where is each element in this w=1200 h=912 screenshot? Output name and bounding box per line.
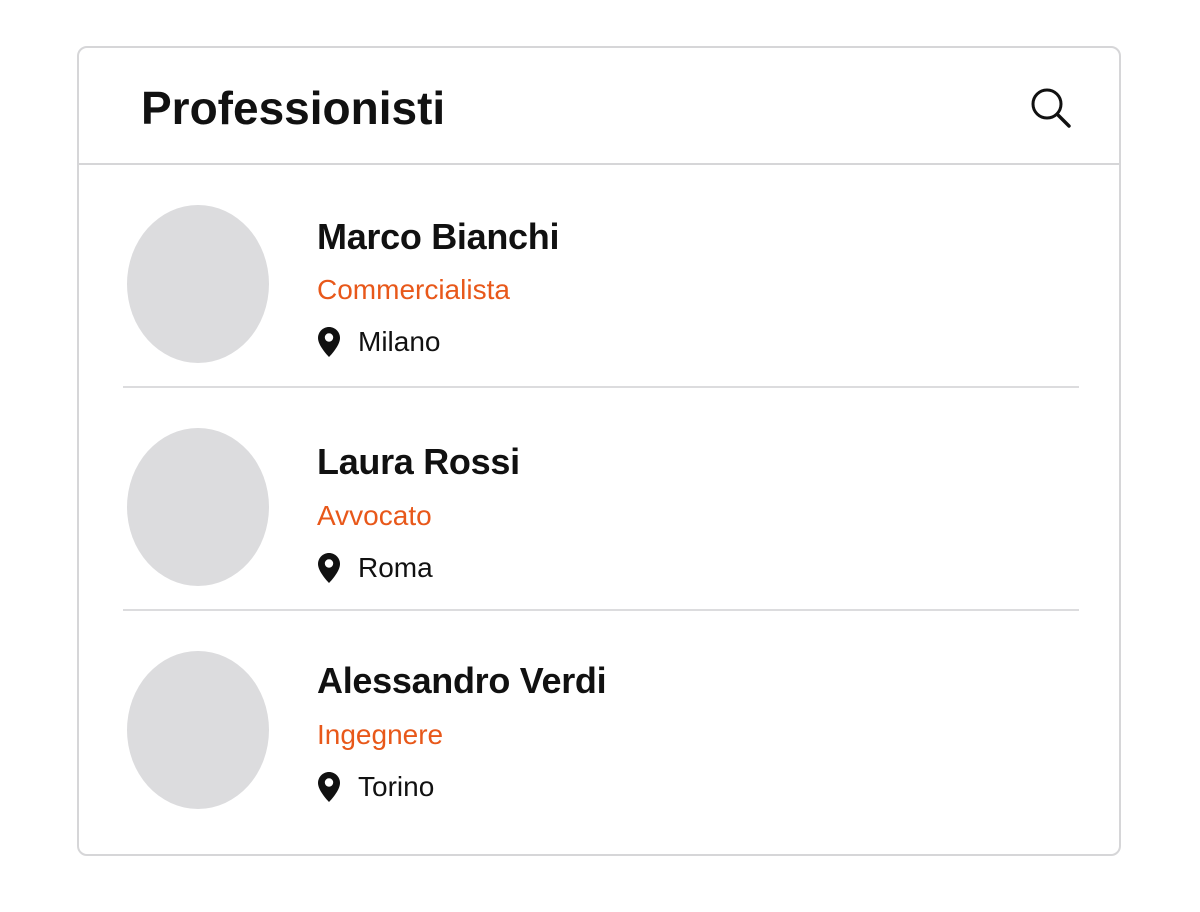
search-button[interactable]	[1029, 86, 1073, 130]
professional-location: Torino	[317, 769, 434, 805]
professional-location: Milano	[317, 324, 440, 360]
list-item[interactable]: Marco Bianchi Commercialista Milano	[123, 165, 1079, 388]
professional-location: Roma	[317, 550, 433, 586]
list-item[interactable]: Alessandro Verdi Ingegnere Torino	[123, 611, 1079, 834]
avatar	[127, 205, 269, 363]
map-pin-icon	[317, 552, 341, 584]
map-pin-icon	[317, 326, 341, 358]
professional-profession: Commercialista	[317, 274, 510, 305]
professional-profession: Avvocato	[317, 500, 432, 531]
professional-city: Torino	[358, 771, 435, 802]
professional-name: Marco Bianchi	[317, 216, 560, 257]
professional-profession: Ingegnere	[317, 719, 444, 750]
professional-city: Roma	[358, 552, 433, 583]
map-pin-icon	[317, 771, 341, 803]
professional-name: Alessandro Verdi	[317, 660, 607, 701]
professional-city: Milano	[358, 326, 441, 357]
page-title: Professionisti	[141, 82, 446, 134]
list-item[interactable]: Laura Rossi Avvocato Roma	[123, 388, 1079, 611]
avatar	[127, 428, 269, 586]
search-icon	[1029, 86, 1073, 130]
professionals-card: Professionisti Marco Bianchi Commerciali…	[77, 46, 1121, 856]
avatar	[127, 651, 269, 809]
card-header: Professionisti	[79, 48, 1119, 165]
professional-name: Laura Rossi	[317, 441, 520, 482]
